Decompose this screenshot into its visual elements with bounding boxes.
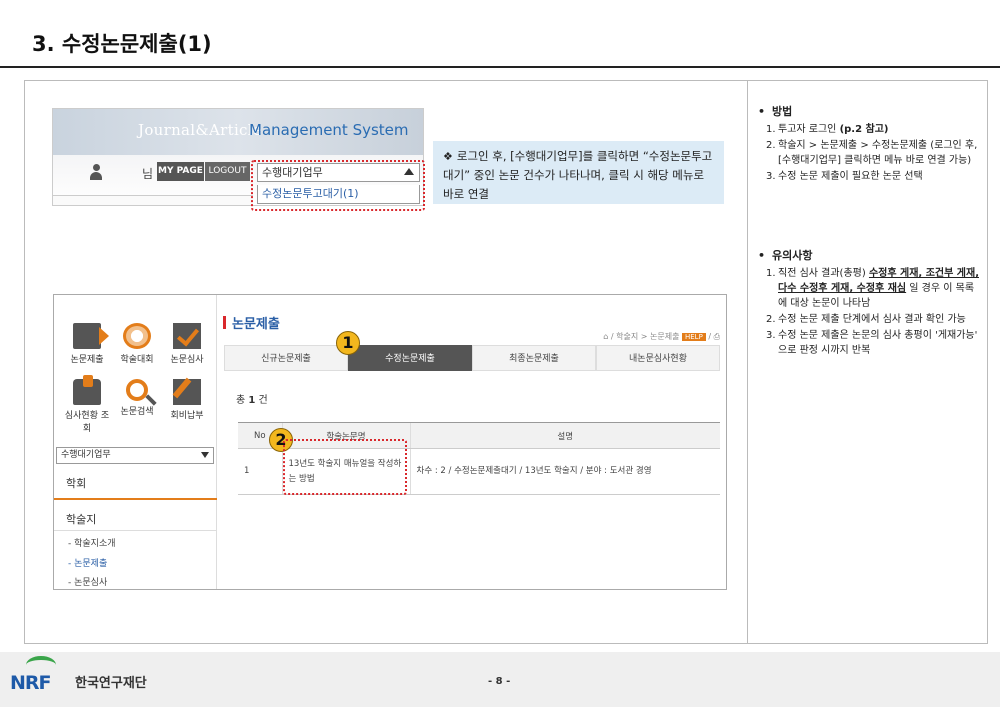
item-number: 1. bbox=[766, 124, 776, 135]
list-item: 1. 투고자 로그인 (p.2 참고) bbox=[766, 122, 980, 137]
sidebar-link-paper-review[interactable]: - 논문심사 bbox=[68, 575, 107, 588]
item-number: 3. bbox=[766, 330, 776, 341]
caret-down-icon bbox=[201, 452, 209, 458]
sidebar-link-journal-intro[interactable]: - 학술지소개 bbox=[68, 536, 116, 549]
method-heading: • 방법 bbox=[758, 104, 980, 119]
status-arrow-icon bbox=[73, 375, 101, 405]
logout-button[interactable]: LOGOUT bbox=[205, 162, 250, 181]
count-suffix: 건 bbox=[258, 395, 268, 406]
caution-heading: • 유의사항 bbox=[758, 248, 980, 263]
list-item: 1. 직전 심사 결과(총평) 수정후 게재, 조건부 게재, 다수 수정후 게재… bbox=[766, 266, 980, 311]
item-text: 투고자 로그인 bbox=[778, 124, 840, 135]
item-bold: (p.2 참고) bbox=[839, 124, 889, 135]
sidebar-item-label: 논문심사 bbox=[170, 355, 204, 365]
payment-pencil-icon bbox=[173, 379, 201, 405]
item-text: 학술지 > 논문제출 > 수정논문제출 (로그인 후, [수행대기업무] 클릭하… bbox=[778, 140, 978, 166]
sidebar-section-journal[interactable]: 학술지 bbox=[66, 511, 96, 527]
step-marker-1: 1 bbox=[336, 331, 360, 355]
method-heading-text: 방법 bbox=[772, 105, 793, 118]
brand-text: Journal&Article bbox=[138, 121, 263, 139]
section-heading: 논문제출 bbox=[223, 313, 280, 332]
caution-heading-text: 유의사항 bbox=[772, 249, 813, 262]
tab-new-submission[interactable]: 신규논문제출 bbox=[224, 345, 348, 371]
sidebar-item-status[interactable]: 심사현황 조회 bbox=[62, 375, 112, 435]
print-icon[interactable]: ⎙ bbox=[714, 332, 720, 341]
item-text: 수정 논문 제출은 논문의 심사 총평이 '게재가능' 으로 판정 시까지 반복 bbox=[778, 330, 978, 356]
page-title: 3. 수정논문제출(1) bbox=[32, 32, 212, 56]
sidebar-divider bbox=[54, 530, 217, 531]
bullet-dot: • bbox=[758, 105, 766, 118]
review-check-icon bbox=[173, 323, 201, 349]
system-name: Management System bbox=[249, 121, 409, 139]
breadcrumb-text: 학술지 > 논문제출 bbox=[616, 332, 680, 341]
sidebar-item-label: 심사현황 조회 bbox=[64, 411, 110, 434]
sidebar-item-conference[interactable]: 학술대회 bbox=[112, 323, 162, 379]
list-item: 3. 수정 논문 제출이 필요한 논문 선택 bbox=[766, 169, 980, 184]
heading-bar bbox=[223, 316, 226, 329]
callout-note: ❖ 로그인 후, [수행대기업무]를 클릭하면 “수정논문투고대기” 중인 논문 … bbox=[433, 141, 724, 204]
sidebar-work-select[interactable]: 수행대기업무 bbox=[56, 447, 214, 464]
tab-revised-submission[interactable]: 수정논문제출 bbox=[348, 345, 472, 371]
page-number: - 8 - bbox=[488, 676, 511, 687]
sidebar-item-search[interactable]: 논문검색 bbox=[112, 379, 162, 435]
sidebar-select-value: 수행대기업무 bbox=[61, 450, 111, 460]
user-suffix: 님 bbox=[142, 167, 154, 181]
sidebar-item-label: 학술대회 bbox=[120, 355, 154, 365]
count-prefix: 총 bbox=[236, 395, 246, 406]
title-rule bbox=[0, 66, 1000, 68]
caution-notes: • 유의사항 1. 직전 심사 결과(총평) 수정후 게재, 조건부 게재, 다수 … bbox=[758, 248, 980, 359]
list-item: 2. 수정 논문 제출 단계에서 심사 결과 확인 가능 bbox=[766, 312, 980, 327]
column-header-description: 설명 bbox=[409, 422, 720, 449]
item-text: 수정 논문 제출 단계에서 심사 결과 확인 가능 bbox=[778, 314, 966, 325]
item-text: 수정 논문 제출이 필요한 논문 선택 bbox=[778, 171, 923, 182]
callout-text: 로그인 후, [수행대기업무]를 클릭하면 “수정논문투고대기” 중인 논문 건… bbox=[443, 149, 713, 201]
sidebar-section-society[interactable]: 학회 bbox=[66, 475, 86, 491]
result-count: 총 1 건 bbox=[236, 391, 268, 406]
cell-description: 차수 : 2 / 수정논문제출대기 / 13년도 학술지 / 분야 : 도서관 … bbox=[409, 448, 720, 495]
item-number: 1. bbox=[766, 268, 776, 279]
list-item: 2. 학술지 > 논문제출 > 수정논문제출 (로그인 후, [수행대기업무] 클… bbox=[766, 138, 980, 168]
sidebar-item-submit[interactable]: 논문제출 bbox=[62, 323, 112, 379]
sidebar-item-payment[interactable]: 회비납부 bbox=[162, 379, 212, 435]
sidebar: 논문제출 학술대회 논문심사 심사현황 조회 논문검색 회비납부 수행대기업무 … bbox=[54, 295, 217, 589]
home-icon[interactable]: ⌂ bbox=[603, 332, 608, 341]
list-item: 3. 수정 논문 제출은 논문의 심사 총평이 '게재가능' 으로 판정 시까지 … bbox=[766, 328, 980, 358]
sidebar-item-review[interactable]: 논문심사 bbox=[162, 323, 212, 379]
highlight-box-dropdown bbox=[251, 160, 425, 211]
column-divider bbox=[747, 80, 748, 644]
sidebar-item-label: 회비납부 bbox=[170, 411, 204, 421]
sidebar-link-paper-submit[interactable]: - 논문제출 bbox=[68, 556, 107, 569]
help-button[interactable]: HELP bbox=[682, 333, 706, 341]
caution-list: 1. 직전 심사 결과(총평) 수정후 게재, 조건부 게재, 다수 수정후 게재… bbox=[758, 266, 980, 358]
cell-no: 1 bbox=[238, 448, 282, 495]
section-heading-text: 논문제출 bbox=[232, 317, 280, 332]
tab-final-submission[interactable]: 최종논문제출 bbox=[472, 345, 596, 371]
breadcrumb: ⌂ / 학술지 > 논문제출 HELP / ⎙ bbox=[603, 332, 720, 341]
bullet-dot: • bbox=[758, 249, 766, 262]
diamond-bullet-icon: ❖ bbox=[443, 150, 453, 163]
organization-name: 한국연구재단 bbox=[75, 676, 147, 691]
sidebar-item-label: 논문검색 bbox=[120, 407, 154, 417]
globe-icon bbox=[123, 323, 151, 349]
item-number: 3. bbox=[766, 171, 776, 182]
sidebar-divider bbox=[54, 498, 217, 500]
item-text: 직전 심사 결과(총평) bbox=[778, 268, 869, 279]
search-icon bbox=[126, 379, 148, 401]
item-number: 2. bbox=[766, 140, 776, 151]
method-list: 1. 투고자 로그인 (p.2 참고) 2. 학술지 > 논문제출 > 수정논문제출… bbox=[758, 122, 980, 184]
method-notes: • 방법 1. 투고자 로그인 (p.2 참고) 2. 학술지 > 논문제출 > 수정… bbox=[758, 104, 980, 185]
mypage-button[interactable]: MY PAGE bbox=[157, 162, 204, 181]
item-number: 2. bbox=[766, 314, 776, 325]
sidebar-item-label: 논문제출 bbox=[70, 355, 104, 365]
submit-arrow-icon bbox=[73, 323, 109, 349]
header-strip bbox=[53, 195, 253, 205]
tab-bar: 신규논문제출 수정논문제출 최종논문제출 내논문심사현황 bbox=[224, 345, 720, 371]
highlight-box-paper bbox=[283, 439, 407, 495]
user-icon bbox=[89, 164, 103, 180]
nrf-logo: NRF bbox=[10, 672, 52, 694]
count-value: 1 bbox=[248, 395, 256, 406]
tab-my-review-status[interactable]: 내논문심사현황 bbox=[596, 345, 720, 371]
